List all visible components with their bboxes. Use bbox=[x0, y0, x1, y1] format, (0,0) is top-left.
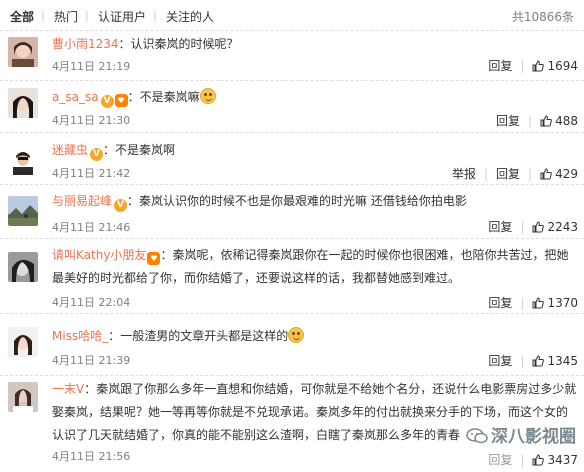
verified-badge-icon: V bbox=[114, 199, 128, 212]
comment-date: 4月11日 21:46 bbox=[52, 221, 131, 234]
thumbs-up-icon bbox=[532, 355, 545, 367]
wechat-icon bbox=[466, 428, 488, 444]
like-button[interactable]: 1694 bbox=[532, 59, 578, 73]
thumbs-up-icon bbox=[532, 221, 545, 233]
reply-button[interactable]: 回复 bbox=[496, 167, 520, 181]
thumbs-up-icon bbox=[532, 60, 545, 72]
like-button[interactable]: 1345 bbox=[532, 354, 578, 368]
comment-item: Miss哈哈_：一般渣男的文章开头都是这样的 4月11日 21:39 回复 | 13… bbox=[0, 313, 584, 375]
thumbs-up-icon bbox=[540, 115, 552, 127]
sad-face-emoji-icon bbox=[199, 88, 216, 104]
comment-item: 请叫Kathy小朋友 ♥ ：秦岚呢，依稀记得秦岚跟你在一起的时候你也很困难，也陪你共… bbox=[0, 238, 584, 313]
comment-date: 4月11日 21:56 bbox=[52, 450, 131, 463]
tab-divider: | bbox=[85, 9, 89, 22]
thumbs-up-icon bbox=[532, 297, 545, 309]
shy-face-emoji-icon bbox=[288, 327, 305, 343]
comment-username[interactable]: 迷藏虫 bbox=[52, 143, 88, 157]
comment-text: ：一般渣男的文章开头都是这样的 bbox=[108, 329, 289, 343]
watermark: 深八影视圈 bbox=[466, 422, 576, 447]
tab-verified-users[interactable]: 认证用户 bbox=[98, 8, 146, 25]
avatar[interactable] bbox=[8, 252, 38, 282]
watermark-text: 深八影视圈 bbox=[491, 427, 576, 447]
comment-text: ：不是秦岚嘛 bbox=[127, 90, 200, 104]
avatar[interactable] bbox=[8, 196, 38, 226]
tab-hot[interactable]: 热门 bbox=[54, 8, 78, 25]
like-button[interactable]: 1370 bbox=[532, 296, 578, 310]
comment-text: ：不是秦岚啊 bbox=[103, 143, 176, 157]
comment-date: 4月11日 21:39 bbox=[52, 354, 131, 367]
like-button[interactable]: 488 bbox=[540, 114, 578, 128]
tab-divider: | bbox=[153, 9, 157, 22]
like-count: 1345 bbox=[547, 354, 578, 368]
avatar[interactable] bbox=[8, 145, 38, 175]
comment-total-count: 共10866条 bbox=[511, 10, 574, 24]
like-button[interactable]: 2243 bbox=[532, 220, 578, 234]
like-count: 1694 bbox=[547, 59, 578, 73]
like-count: 2243 bbox=[547, 220, 578, 234]
like-count: 1370 bbox=[547, 296, 578, 310]
avatar[interactable] bbox=[8, 382, 38, 412]
comment-username[interactable]: 一末V bbox=[52, 382, 84, 396]
reply-button[interactable]: 回复 bbox=[496, 114, 520, 128]
comment-item: 迷藏虫 V ：不是秦岚啊 4月11日 21:42 举报 | 回复 | 429 bbox=[0, 132, 584, 184]
report-button[interactable]: 举报 bbox=[452, 167, 476, 181]
fan-level-icon: ♥ bbox=[147, 252, 161, 265]
comment-item: 曹小雨1234：认识秦岚的时候呢？ 4月11日 21:19 回复 | 1694 bbox=[0, 30, 584, 80]
avatar[interactable] bbox=[8, 37, 38, 67]
verified-badge-icon: V bbox=[90, 148, 104, 161]
like-count: 429 bbox=[555, 167, 578, 181]
comment-username[interactable]: a_sa_sa bbox=[52, 90, 99, 104]
reply-button[interactable]: 回复 bbox=[488, 354, 512, 368]
comment-date: 4月11日 21:30 bbox=[52, 114, 131, 127]
comment-text: ：秦岚认识你的时候不也是你最艰难的时光嘛 还借钱给你拍电影 bbox=[127, 194, 467, 208]
comment-date: 4月11日 21:19 bbox=[52, 60, 131, 73]
reply-button[interactable]: 回复 bbox=[488, 296, 512, 310]
comment-filter-bar: 全部 | 热门 | 认证用户 | 关注的人 共10866条 bbox=[0, 0, 584, 30]
verified-badge-icon: V bbox=[100, 95, 114, 108]
thumbs-up-icon bbox=[540, 168, 552, 180]
like-button[interactable]: 3437 bbox=[532, 453, 578, 467]
like-count: 3437 bbox=[547, 453, 578, 467]
comment-item: 与丽易起峰 V ：秦岚认识你的时候不也是你最艰难的时光嘛 还借钱给你拍电影 4月11… bbox=[0, 184, 584, 238]
tab-all[interactable]: 全部 bbox=[10, 8, 34, 25]
comment-text: ：认识秦岚的时候呢？ bbox=[118, 37, 239, 51]
fan-level-icon: ♥ bbox=[114, 94, 128, 107]
comment-item: a_sa_sa V ♥ ：不是秦岚嘛 4月11日 21:30 回复 | 488 bbox=[0, 80, 584, 132]
comment-username[interactable]: 曹小雨1234 bbox=[52, 37, 119, 51]
like-button[interactable]: 429 bbox=[540, 167, 578, 181]
reply-button[interactable]: 回复 bbox=[488, 220, 512, 234]
comment-date: 4月11日 21:42 bbox=[52, 167, 131, 180]
reply-button[interactable]: 回复 bbox=[488, 59, 512, 73]
avatar[interactable] bbox=[8, 327, 38, 357]
tab-divider: | bbox=[41, 9, 45, 22]
thumbs-up-icon bbox=[532, 454, 545, 466]
tab-following[interactable]: 关注的人 bbox=[166, 8, 214, 25]
like-count: 488 bbox=[555, 114, 578, 128]
comment-username[interactable]: 请叫Kathy小朋友 bbox=[52, 248, 146, 262]
avatar[interactable] bbox=[8, 88, 38, 118]
comment-date: 4月11日 22:04 bbox=[52, 296, 131, 309]
comment-username[interactable]: Miss哈哈_ bbox=[52, 329, 108, 343]
reply-button[interactable]: 回复 bbox=[488, 453, 512, 467]
comment-username[interactable]: 与丽易起峰 bbox=[52, 194, 112, 208]
